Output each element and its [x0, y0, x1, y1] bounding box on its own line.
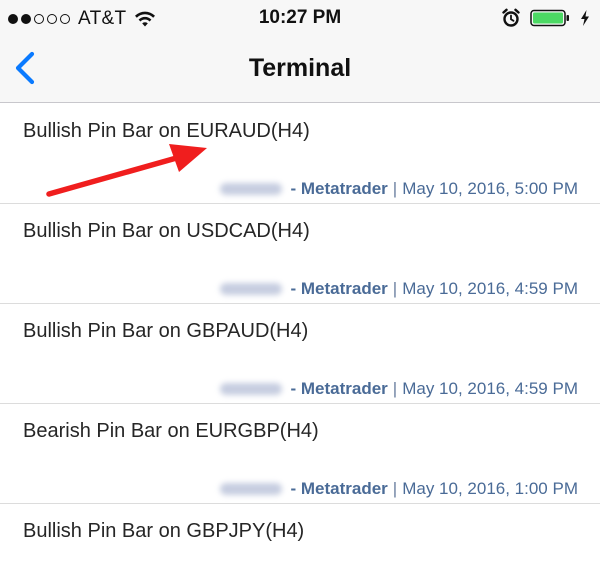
message-meta: - Metatrader | May 10, 2016, 4:59 PM [220, 379, 578, 399]
message-item[interactable]: Bullish Pin Bar on USDCAD(H4) - Metatrad… [0, 204, 600, 304]
message-item[interactable]: Bullish Pin Bar on EURAUD(H4) - Metatrad… [0, 104, 600, 204]
charging-bolt-icon [581, 10, 589, 26]
battery-icon [530, 9, 569, 27]
message-sender: - Metatrader [290, 479, 388, 498]
redacted-username [220, 383, 283, 395]
message-title: Bearish Pin Bar on EURGBP(H4) [23, 420, 319, 442]
meta-separator: | [392, 379, 398, 398]
message-sender: - Metatrader [290, 179, 388, 198]
message-item[interactable]: Bullish Pin Bar on GBPAUD(H4) - Metatrad… [0, 304, 600, 404]
message-title: Bullish Pin Bar on EURAUD(H4) [23, 120, 310, 142]
message-timestamp: May 10, 2016, 5:00 PM [402, 179, 578, 198]
alarm-clock-icon [502, 8, 520, 27]
message-sender: - Metatrader [290, 279, 388, 298]
meta-separator: | [392, 279, 398, 298]
redacted-username [220, 283, 283, 295]
message-title: Bullish Pin Bar on USDCAD(H4) [23, 220, 310, 242]
message-item[interactable]: Bullish Pin Bar on GBPJPY(H4) [0, 504, 600, 562]
message-timestamp: May 10, 2016, 4:59 PM [402, 279, 578, 298]
redacted-username [220, 183, 283, 195]
message-meta: - Metatrader | May 10, 2016, 1:00 PM [220, 479, 578, 499]
meta-separator: | [392, 479, 398, 498]
meta-separator: | [392, 179, 398, 198]
message-sender: - Metatrader [290, 379, 388, 398]
redacted-username [220, 483, 283, 495]
message-title: Bullish Pin Bar on GBPJPY(H4) [23, 520, 305, 542]
message-item[interactable]: Bearish Pin Bar on EURGBP(H4) - Metatrad… [0, 404, 600, 504]
message-meta: - Metatrader | May 10, 2016, 4:59 PM [220, 279, 578, 299]
message-timestamp: May 10, 2016, 1:00 PM [402, 479, 578, 498]
message-title: Bullish Pin Bar on GBPAUD(H4) [23, 320, 309, 342]
message-timestamp: May 10, 2016, 4:59 PM [402, 379, 578, 398]
navigation-bar: Terminal [0, 36, 600, 103]
page-title: Terminal [248, 54, 352, 82]
status-bar: AT&T 10:27 PM [0, 0, 600, 36]
status-right [502, 8, 590, 28]
message-list: Bullish Pin Bar on EURAUD(H4) - Metatrad… [0, 104, 600, 562]
message-meta: - Metatrader | May 10, 2016, 5:00 PM [220, 179, 578, 199]
